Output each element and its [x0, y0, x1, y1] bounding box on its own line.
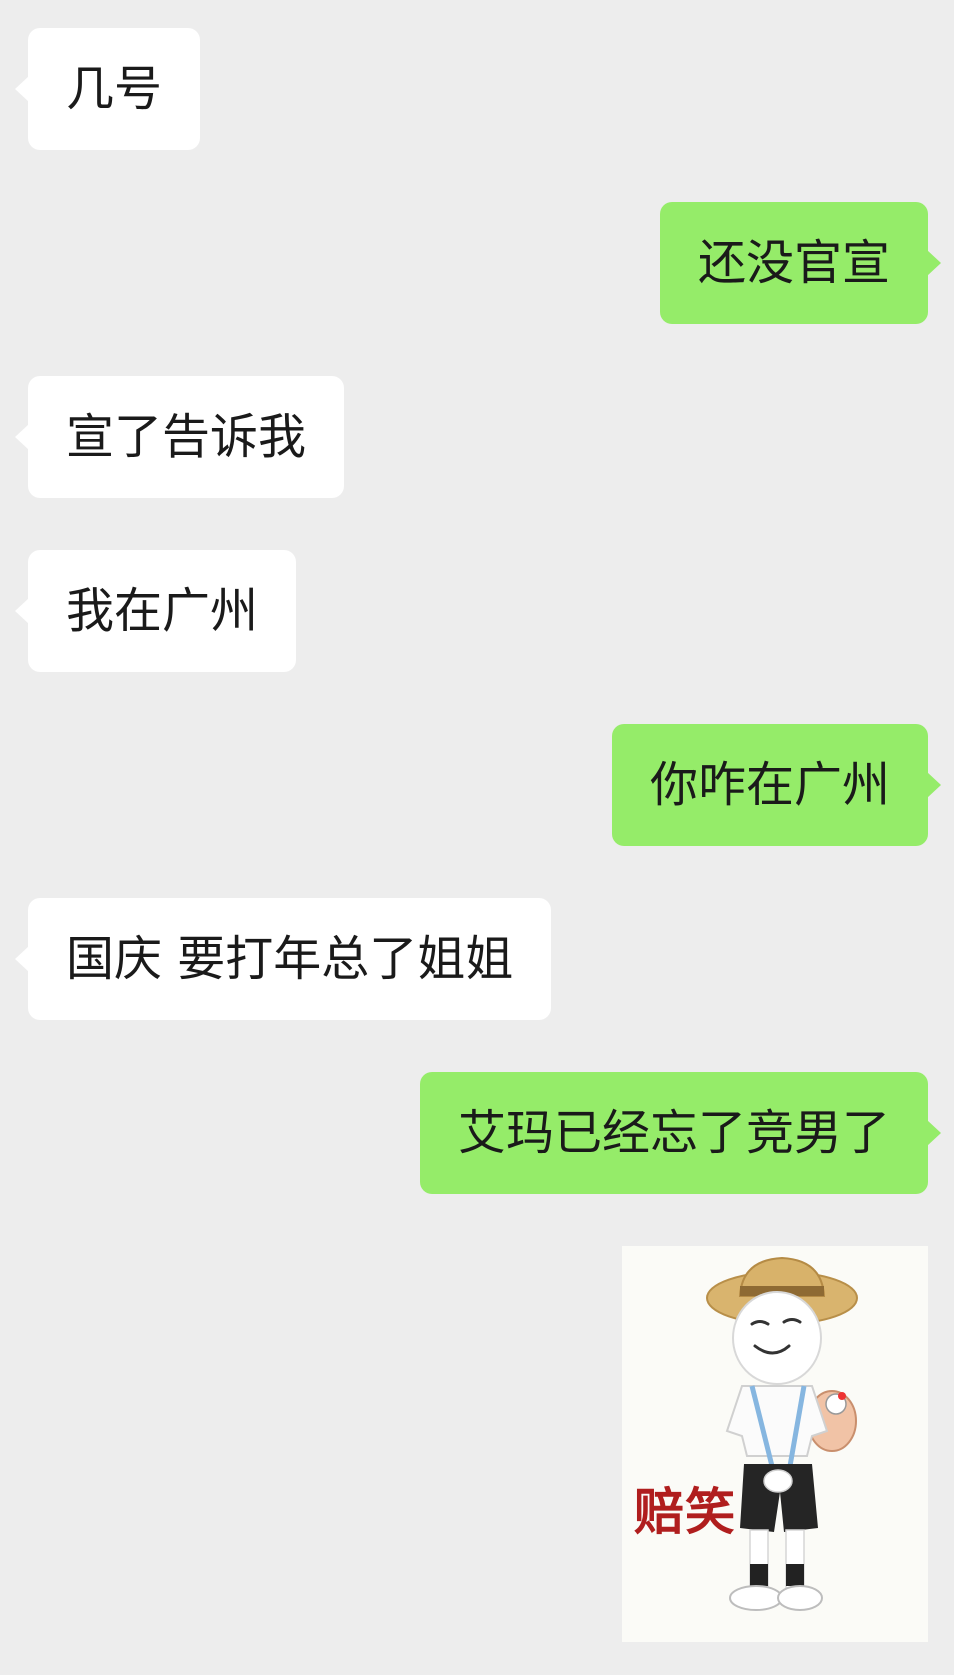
- message-bubble-incoming[interactable]: 几号: [14, 28, 201, 150]
- chat-message-list[interactable]: 几号 还没官宣 宣了告诉我 我在广州 你咋在广州 国庆 要打年总了姐姐 艾玛已经…: [0, 0, 954, 1675]
- message-bubble-outgoing[interactable]: 你咋在广州: [611, 724, 942, 846]
- message-text: 还没官宣: [697, 235, 890, 291]
- message-bubble-incoming[interactable]: 国庆 要打年总了姐姐: [14, 898, 552, 1020]
- message-text: 你咋在广州: [649, 757, 890, 813]
- message-text: 我在广州: [66, 583, 259, 639]
- message-bubble-outgoing[interactable]: 艾玛已经忘了竞男了: [419, 1072, 942, 1194]
- message-text: 国庆 要打年总了姐姐: [66, 931, 514, 987]
- sticker-caption: 赔笑: [634, 1483, 736, 1541]
- sticker-message[interactable]: 赔笑: [622, 1246, 928, 1642]
- smiling-figure-sticker-icon: [706, 1256, 858, 1611]
- message-bubble-incoming[interactable]: 我在广州: [14, 550, 297, 672]
- message-text: 宣了告诉我: [66, 409, 307, 465]
- message-text: 几号: [66, 61, 163, 117]
- message-text: 艾玛已经忘了竞男了: [457, 1105, 890, 1161]
- message-bubble-outgoing[interactable]: 还没官宣: [659, 202, 942, 324]
- message-bubble-incoming[interactable]: 宣了告诉我: [14, 376, 345, 498]
